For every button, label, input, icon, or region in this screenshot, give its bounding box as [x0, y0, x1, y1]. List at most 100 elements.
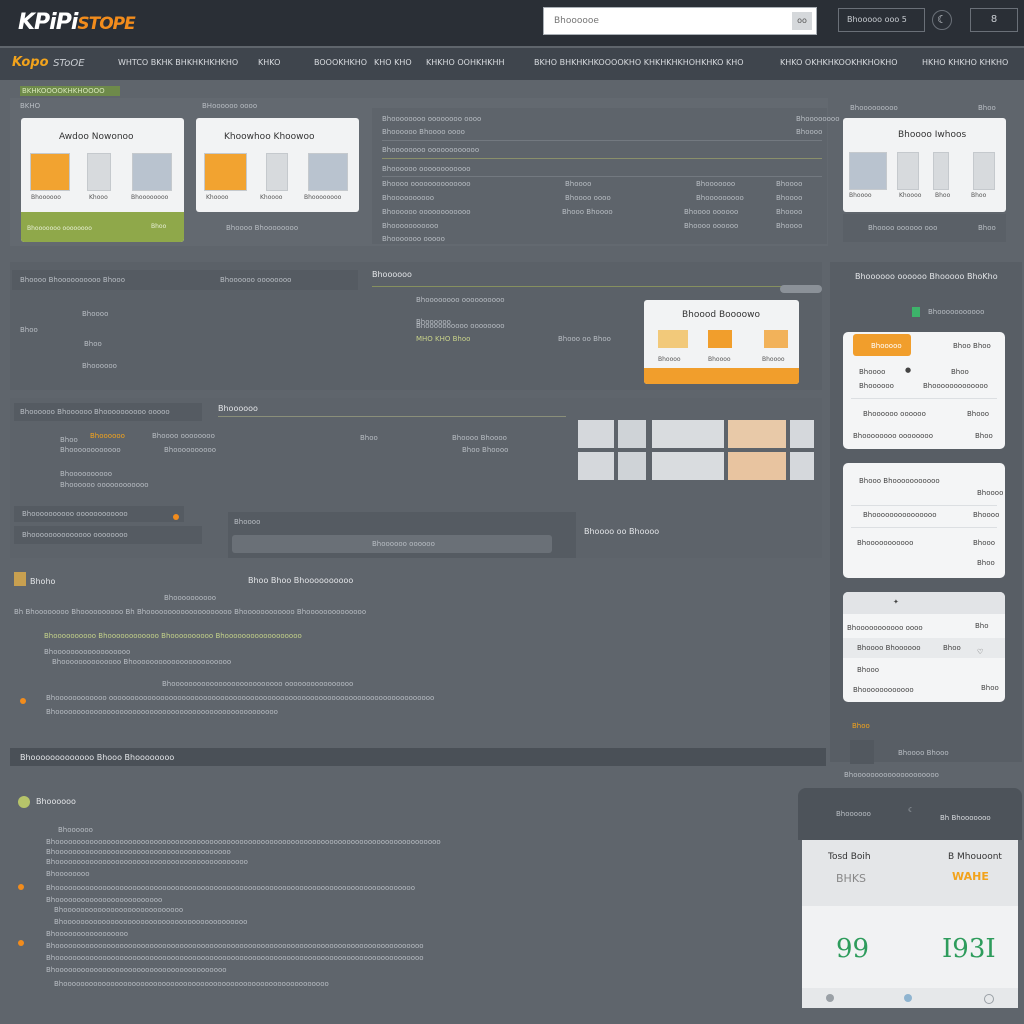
section-4-line: Bhoooooooooooooooooooooooooooooooooooooo…	[46, 884, 415, 892]
status-icon	[912, 307, 920, 317]
nav-item[interactable]: BKHO BHKHKHKOOOOKHO KHKHKHKHOHKHKO KHO	[534, 58, 744, 67]
widget-2[interactable]: Bhooo Bhooooooooooo Bhoooo Bhooooooooooo…	[843, 463, 1005, 578]
account-button[interactable]: Bhooooo ooo 5	[838, 8, 925, 32]
search-button[interactable]: oo	[792, 12, 812, 30]
product-caption: Bhoooo	[658, 356, 681, 363]
product-caption: Khoooo	[260, 194, 283, 201]
widget-row-value: Bho	[975, 622, 989, 630]
mid-center-title: Bhoooooo	[372, 270, 412, 279]
section-2-cell: Bhoo	[60, 436, 78, 444]
right-below-2: Bhoooo Bhooo	[898, 749, 949, 757]
footer-icon[interactable]	[904, 994, 912, 1002]
search-input[interactable]	[544, 8, 784, 34]
card1-header: BKHO	[20, 102, 41, 110]
widget-row-label: Bhooooooooooo	[857, 539, 914, 547]
product-thumb[interactable]	[728, 452, 786, 480]
product-card-2[interactable]: Khoowhoo Khoowoo Khoooo Khoooo Bhooooooo…	[196, 118, 359, 212]
product-image[interactable]	[973, 152, 995, 190]
table-cell: Bhoooooo oooooooooooo	[382, 165, 471, 173]
product-image[interactable]	[30, 153, 70, 191]
nav-item[interactable]: HKHO KHKHO KHKHO	[922, 58, 1008, 67]
stats-top-right: Bh Bhooooooo	[940, 814, 991, 822]
widget-row-label: Bhooooooooooooooo	[863, 511, 937, 519]
product-image[interactable]	[849, 152, 887, 190]
section-2-cell: Bhoooooo	[90, 432, 125, 440]
product-thumb[interactable]	[578, 420, 614, 448]
nav-item[interactable]: BOOOKHKHO	[314, 58, 367, 67]
product-thumb[interactable]	[728, 420, 786, 448]
section-2-cell: Bhoooo Bhoooo	[452, 434, 507, 442]
product-thumb[interactable]	[618, 420, 646, 448]
product-image[interactable]	[764, 330, 788, 348]
product-thumb[interactable]	[618, 452, 646, 480]
section-4-line: Bhoooooooooooooooooooooooooooooooooooooo…	[46, 942, 424, 950]
section-3-subtitle: Bhoo Bhoo Bhoooooooooo	[248, 576, 354, 585]
right-below-3: Bhoooooooooooooooooooo	[844, 771, 939, 779]
right-column-title: Bhoooooo oooooo Bhooooo BhoKho	[855, 272, 998, 281]
table-cell: Bhoooooooo oooooooo oooo	[382, 115, 482, 123]
product-image[interactable]	[897, 152, 919, 190]
product-image[interactable]	[204, 153, 247, 191]
widget-3[interactable]: ✦ Bhooooooooooo oooo Bho Bhoooo Bhoooooo…	[843, 592, 1005, 702]
filter-label: Bhoooooooooo ooooo	[94, 408, 170, 416]
cart-button[interactable]: 8	[970, 8, 1018, 32]
mid-left-row: Bhoo	[20, 326, 38, 334]
product-caption: Bhoooooooo	[304, 194, 342, 201]
nav-item[interactable]: KHO KHO	[374, 58, 412, 67]
product-image[interactable]	[658, 330, 688, 348]
moon-icon[interactable]: ☾	[932, 10, 952, 30]
product-thumb[interactable]	[652, 452, 724, 480]
table-cell: Bhooooooooooo	[382, 222, 439, 230]
bell-icon[interactable]: ♡	[977, 648, 983, 656]
input-text: Bhoooooooooo oooooooooooo	[22, 510, 128, 518]
table-cell: Bhooooooooo	[696, 194, 744, 202]
product-image[interactable]	[933, 152, 949, 190]
section-4-line: Bhoooooooooooooooooooooooooooooooooooooo…	[46, 966, 227, 974]
product-image[interactable]	[308, 153, 348, 191]
footer-icon[interactable]	[984, 994, 994, 1004]
nav-brand[interactable]: Kopo SToOE	[12, 55, 85, 70]
stats-card[interactable]: Tosd Boih BHKS B Mhouoont WAHE 99 I93I	[802, 840, 1018, 1008]
product-thumb[interactable]	[790, 420, 814, 448]
nav-item[interactable]: KHKO	[258, 58, 280, 67]
stat-1-label: Tosd Boih	[828, 852, 871, 862]
nav-item[interactable]: KHKHO OOHKHKHH	[426, 58, 505, 67]
product-image[interactable]	[708, 330, 732, 348]
product-thumb[interactable]	[652, 420, 724, 448]
product-card-3[interactable]: Bhoooo Iwhoos Bhoooo Khoooo Bhoo Bhoo	[843, 118, 1006, 212]
section-4-line: Bhoooooooooooooooooooooooooooooooooooooo…	[54, 918, 248, 926]
card2-header: BHoooooo oooo	[202, 102, 258, 110]
widget-3-header	[843, 592, 1005, 614]
section-3-icon	[14, 572, 26, 586]
logo-sub-text: STOPE	[77, 14, 135, 34]
section-4-line: Bhoooooooooooooooooooooooooooooooooooooo…	[54, 980, 329, 988]
table-cell: Bhoooooooo	[796, 115, 840, 123]
pin-icon: ✦	[893, 598, 899, 606]
section-3-line: Bhoooooooooooooo Bhooooooooooooooooooooo…	[52, 658, 232, 666]
product-image[interactable]	[87, 153, 111, 191]
nav-item[interactable]: WHTCO BKHK BHKHKHKHKHO	[118, 58, 238, 67]
table-cell: Bhoooooo Bhoooo oooo	[382, 128, 465, 136]
product-image[interactable]	[266, 153, 288, 191]
product-card-1[interactable]: Awdoo Nowonoo Bhoooooo Khooo Bhoooooooo …	[21, 118, 184, 242]
section-4-line: Bhoooooooooooooooooooooooooooooooooooooo…	[46, 848, 231, 856]
footer-icon[interactable]	[826, 994, 834, 1002]
table-cell: Bhooooooo ooooo	[382, 235, 445, 243]
store-logo[interactable]: KPiPiSTOPE	[18, 10, 136, 35]
nav-brand-sub: SToOE	[53, 58, 85, 69]
mid-left-row: Bhoooo	[82, 310, 109, 318]
product-caption: Bhoo	[935, 192, 951, 199]
product-thumb[interactable]	[578, 452, 614, 480]
widget-row-value: Bhoo	[975, 432, 993, 440]
product-thumb[interactable]	[790, 452, 814, 480]
stat-2-value: I93I	[942, 934, 996, 964]
popup-card[interactable]: Bhoood Boooowo Bhoooo Bhoooo Bhoooo	[644, 300, 799, 384]
section-4-line: Bhoooooooooooooooooooooooooooooooooooooo…	[46, 954, 424, 962]
info-icon[interactable]: ●	[905, 366, 911, 374]
toggle-switch[interactable]	[780, 285, 822, 293]
nav-item[interactable]: KHKO OKHKHKOOKHKHOKHO	[780, 58, 898, 67]
product-image[interactable]	[132, 153, 172, 191]
widget-row-label: Bhoooooo oooooo	[863, 410, 926, 418]
widget-1[interactable]: Bhooooo Bhoo Bhoo Bhoooo ● Bhoo Bhoooooo…	[843, 332, 1005, 449]
stat-2-label: B Mhouoont	[948, 852, 1002, 862]
